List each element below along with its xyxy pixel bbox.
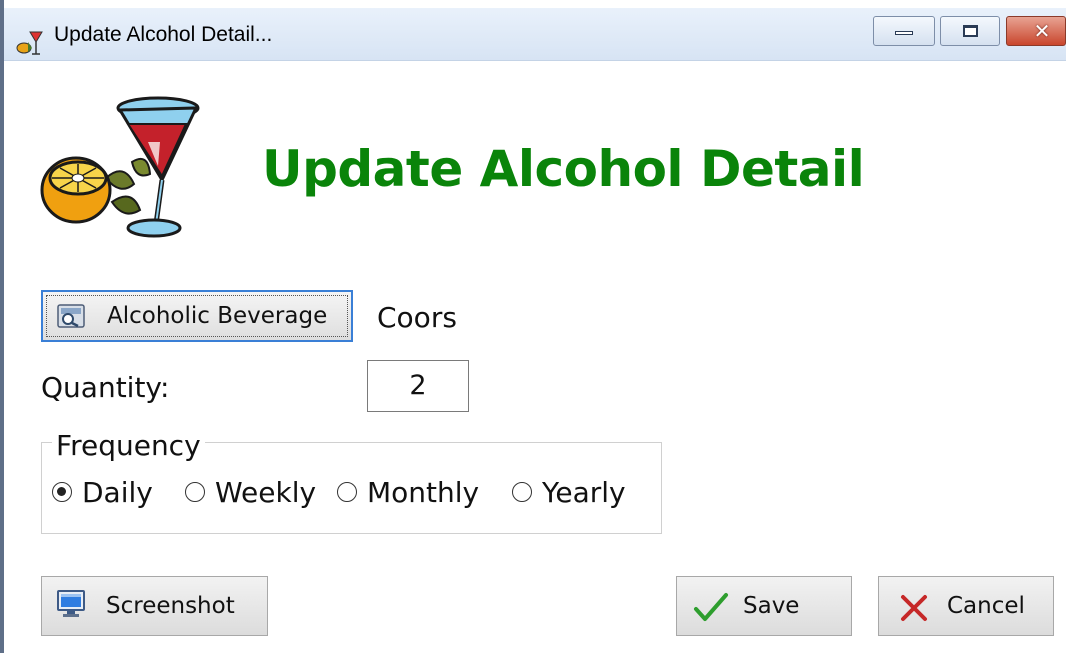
drink-app-icon: [16, 31, 43, 55]
frequency-radio-weekly[interactable]: Weekly: [185, 472, 316, 512]
save-button[interactable]: Save: [676, 576, 852, 636]
checkmark-icon: [694, 593, 728, 621]
radio-unchecked-icon: [512, 482, 532, 502]
screenshot-button[interactable]: Screenshot: [41, 576, 268, 636]
frequency-radio-yearly[interactable]: Yearly: [512, 472, 626, 512]
window-top-edge: [0, 0, 1066, 8]
page-title: Update Alcohol Detail: [262, 140, 865, 198]
quantity-label: Quantity:: [41, 371, 170, 404]
monitor-icon: [57, 590, 85, 617]
radio-unchecked-icon: [185, 482, 205, 502]
frequency-option-label: Yearly: [542, 475, 626, 509]
lookup-icon: [57, 304, 85, 328]
cocktail-lemon-logo: [40, 96, 200, 238]
frequency-option-label: Daily: [82, 475, 153, 509]
close-button[interactable]: ✕: [1006, 16, 1066, 46]
frequency-legend: Frequency: [52, 426, 205, 466]
close-icon: ✕: [1033, 19, 1051, 43]
dialog-window: Update Alcohol Detail... ✕ Update Alcoho…: [0, 0, 1066, 653]
frequency-option-label: Weekly: [215, 475, 317, 509]
window-title: Update Alcohol Detail...: [54, 23, 273, 46]
alcoholic-beverage-label: Alcoholic Beverage: [107, 303, 328, 329]
cancel-x-icon: [901, 595, 927, 621]
minimize-icon: [895, 31, 913, 35]
minimize-button[interactable]: [873, 16, 935, 46]
quantity-input[interactable]: 2: [367, 360, 469, 412]
window-left-border: [0, 0, 4, 653]
cancel-button[interactable]: Cancel: [878, 576, 1054, 636]
beverage-value: Coors: [377, 301, 457, 334]
maximize-button[interactable]: [940, 16, 1000, 46]
screenshot-button-label: Screenshot: [106, 593, 235, 619]
radio-unchecked-icon: [337, 482, 357, 502]
frequency-option-label: Monthly: [367, 475, 480, 509]
alcoholic-beverage-button[interactable]: Alcoholic Beverage: [41, 290, 353, 342]
maximize-icon: [963, 25, 978, 37]
frequency-radio-monthly[interactable]: Monthly: [337, 472, 479, 512]
frequency-radio-daily[interactable]: Daily: [52, 472, 153, 512]
cancel-button-label: Cancel: [947, 593, 1025, 619]
save-button-label: Save: [743, 593, 800, 619]
radio-checked-icon: [52, 482, 72, 502]
